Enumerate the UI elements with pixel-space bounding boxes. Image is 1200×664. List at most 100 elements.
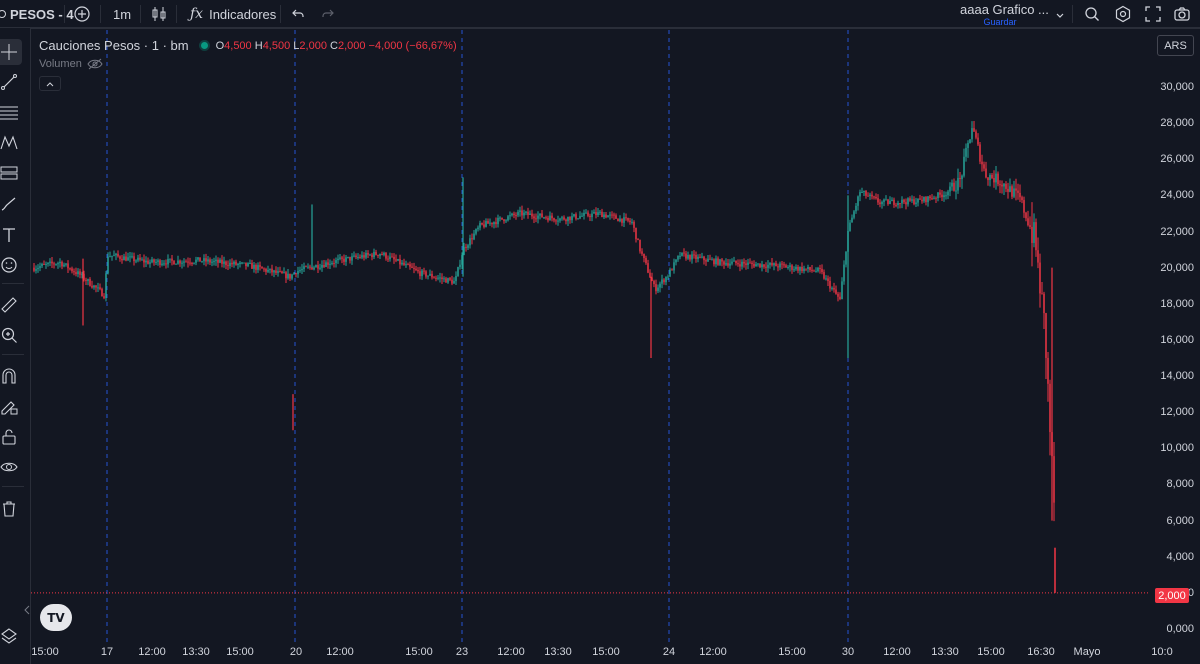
candle-body <box>825 278 827 280</box>
candle-body <box>277 271 279 273</box>
candle-body <box>501 217 503 220</box>
candle-body <box>967 142 969 148</box>
candle-body <box>597 212 599 215</box>
price-tick-label: 28,000 <box>1160 117 1194 130</box>
candle-body <box>993 178 995 183</box>
candle-body <box>867 195 869 197</box>
candle-body <box>105 273 107 298</box>
candle-body <box>965 147 967 157</box>
candle-body <box>381 253 383 255</box>
candle-body <box>327 262 329 265</box>
candle-body <box>981 161 983 165</box>
candle-body <box>305 266 307 268</box>
candle-body <box>43 263 45 265</box>
candle-body <box>467 245 469 248</box>
price-tick-label: 10,000 <box>1160 442 1194 455</box>
candle-body <box>73 271 75 273</box>
candle-body <box>139 257 141 260</box>
candle-body <box>219 259 221 263</box>
candle-body <box>635 227 637 240</box>
candle-body <box>45 264 47 266</box>
candle-body <box>469 238 471 246</box>
collapse-legend-button[interactable] <box>39 76 61 91</box>
candle-body <box>301 268 303 271</box>
open-key: O <box>215 39 225 52</box>
candle-body <box>707 258 709 262</box>
candle-body <box>755 264 757 267</box>
currency-button[interactable]: ARS <box>1157 35 1194 56</box>
candle-body <box>913 199 915 205</box>
candle-body <box>95 285 97 288</box>
candle-body <box>485 221 487 227</box>
candle-body <box>65 263 67 265</box>
candle-body <box>763 264 765 267</box>
candle-body <box>267 269 269 272</box>
candle-body <box>157 260 159 262</box>
candle-body <box>33 267 35 271</box>
candle-body <box>729 263 731 266</box>
candle-body <box>811 269 813 271</box>
candle-body <box>175 263 177 265</box>
candle-body <box>787 266 789 268</box>
candle-body <box>319 267 321 269</box>
candle-body <box>701 256 703 258</box>
candle-body <box>601 211 603 218</box>
time-tick-label: 12:00 <box>326 646 354 658</box>
candle-body <box>321 264 323 268</box>
candle-body <box>99 287 101 289</box>
tradingview-logo[interactable]: TV <box>40 604 72 631</box>
candle-body <box>203 258 205 262</box>
candle-body <box>915 202 917 205</box>
candle-body <box>205 258 207 262</box>
candle-body <box>805 268 807 270</box>
price-chart[interactable] <box>0 0 1200 664</box>
candle-body <box>921 199 923 202</box>
candle-body <box>265 268 267 272</box>
time-tick-label: 10:0 <box>1151 646 1173 658</box>
candle-body <box>51 261 53 264</box>
candle-body <box>57 263 59 265</box>
series-legend[interactable]: Cauciones Pesos · 1 · bm O4,500 H4,500 L… <box>39 38 457 53</box>
candle-body <box>557 220 559 222</box>
candle-body <box>897 203 899 206</box>
candle-body <box>345 257 347 262</box>
candle-body <box>621 218 623 223</box>
candle-body <box>69 268 71 270</box>
candle-body <box>563 217 565 220</box>
candle-body <box>503 219 505 222</box>
hidden-eye-icon[interactable] <box>87 58 103 70</box>
candle-body <box>573 214 575 217</box>
candle-body <box>341 257 343 259</box>
candle-body <box>333 263 335 265</box>
candle-body <box>1037 250 1039 263</box>
candle-body <box>183 261 185 263</box>
candle-body <box>227 265 229 267</box>
candle-body <box>749 262 751 264</box>
candle-body <box>517 211 519 216</box>
candle-body <box>761 264 763 268</box>
candle-body <box>167 258 169 265</box>
candle-body <box>353 255 355 257</box>
candle-body <box>435 277 437 279</box>
candle-body <box>579 216 581 219</box>
candle-body <box>739 264 741 267</box>
volume-legend[interactable]: Volumen <box>39 58 103 70</box>
candle-body <box>169 258 171 260</box>
candle-body <box>1001 184 1003 187</box>
candle-body <box>325 262 327 267</box>
candle-body <box>403 262 405 265</box>
candle-body <box>189 262 191 264</box>
candle-body <box>465 246 467 248</box>
candle-body <box>895 204 897 206</box>
candle-body <box>863 191 865 193</box>
candle-body <box>455 275 457 282</box>
candle-body <box>357 256 359 258</box>
price-tick-label: 14,000 <box>1160 370 1194 383</box>
candle-body <box>109 256 111 258</box>
candle-body <box>473 233 475 240</box>
time-tick-label: 24 <box>662 646 676 658</box>
candle-body <box>747 262 749 265</box>
candle-body <box>191 262 193 264</box>
time-tick-label: 23 <box>455 646 469 658</box>
candle-body <box>89 279 91 286</box>
